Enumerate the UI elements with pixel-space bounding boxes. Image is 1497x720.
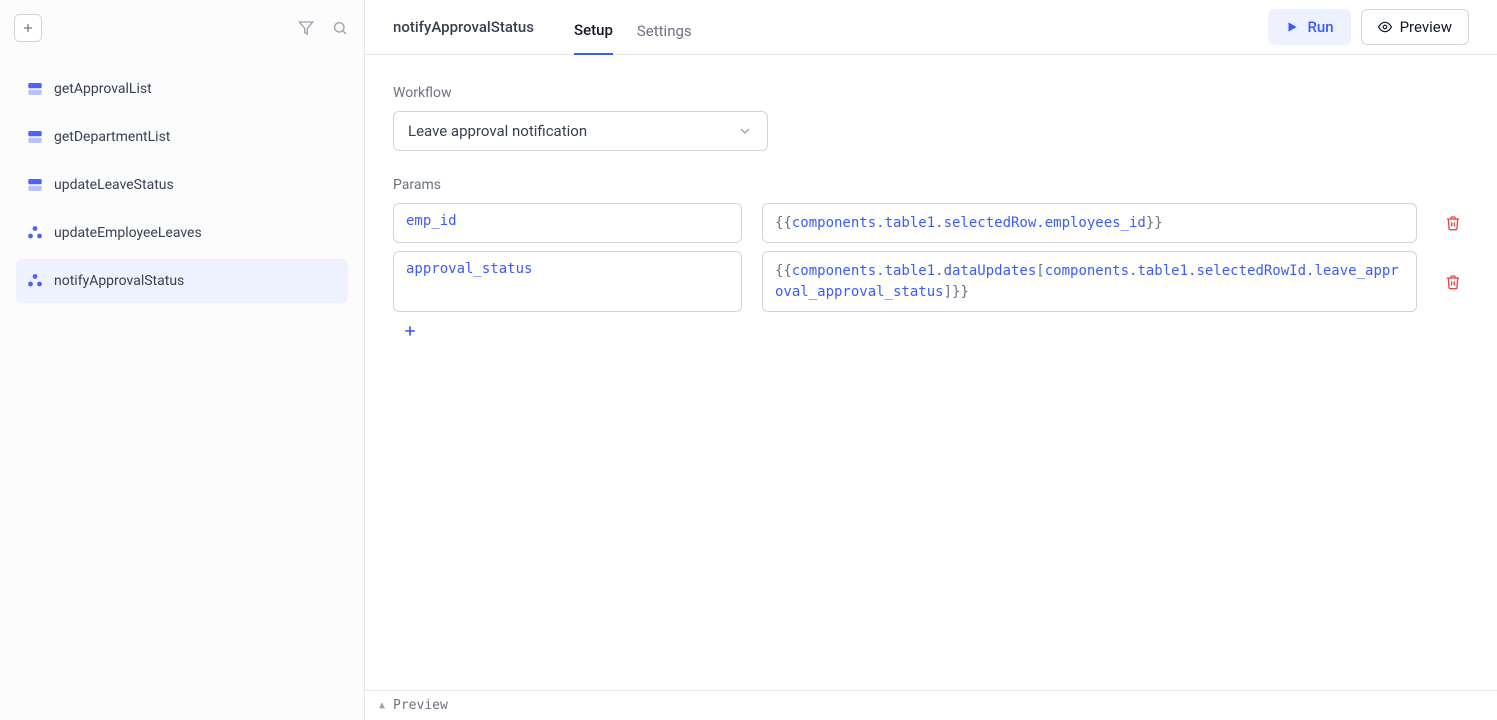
tab-setup[interactable]: Setup — [574, 3, 613, 55]
sidebar-item-getDepartmentList[interactable]: getDepartmentList — [16, 115, 348, 159]
chevron-down-icon — [737, 123, 753, 139]
plus-icon — [21, 21, 35, 35]
db-icon — [26, 80, 44, 98]
param-value-input[interactable]: {{components.table1.selectedRow.employee… — [762, 203, 1417, 243]
sidebar-item-label: notifyApprovalStatus — [54, 273, 184, 289]
preview-button-label: Preview — [1400, 18, 1452, 36]
workflow-select[interactable]: Leave approval notification — [393, 111, 768, 151]
preview-bar-label: Preview — [393, 698, 448, 713]
filter-button[interactable] — [296, 18, 316, 38]
workflow-icon — [26, 224, 44, 242]
delete-param-button[interactable] — [1437, 203, 1469, 243]
param-key-input[interactable]: approval_status — [393, 251, 742, 312]
search-button[interactable] — [330, 18, 350, 38]
params-table: emp_id {{components.table1.selectedRow.em… — [393, 203, 1469, 312]
main-header: notifyApprovalStatus Setup Settings Run P… — [365, 0, 1497, 55]
search-icon — [332, 20, 348, 36]
funnel-icon — [298, 20, 314, 36]
sidebar-list: getApprovalList getDepartmentList updateLe… — [0, 55, 364, 315]
param-row: emp_id {{components.table1.selectedRow.em… — [393, 203, 1469, 243]
sidebar-item-updateLeaveStatus[interactable]: updateLeaveStatus — [16, 163, 348, 207]
param-value-input[interactable]: {{components.table1.dataUpdates[componen… — [762, 251, 1417, 312]
workflow-label: Workflow — [393, 85, 1469, 101]
page-title: notifyApprovalStatus — [393, 18, 534, 36]
eye-icon — [1378, 20, 1392, 34]
params-label: Params — [393, 177, 1469, 193]
workflow-selected-value: Leave approval notification — [408, 122, 587, 140]
preview-button[interactable]: Preview — [1361, 9, 1469, 45]
sidebar-item-notifyApprovalStatus[interactable]: notifyApprovalStatus — [16, 259, 348, 303]
play-icon — [1285, 20, 1299, 34]
sidebar-item-label: getDepartmentList — [54, 129, 170, 145]
sidebar-item-label: updateLeaveStatus — [54, 177, 174, 193]
workflow-icon — [26, 272, 44, 290]
tabs: Setup Settings — [574, 0, 692, 54]
sidebar-item-label: updateEmployeeLeaves — [54, 225, 202, 241]
run-button[interactable]: Run — [1268, 9, 1350, 45]
sidebar-header — [0, 0, 364, 55]
sidebar-item-updateEmployeeLeaves[interactable]: updateEmployeeLeaves — [16, 211, 348, 255]
tab-settings[interactable]: Settings — [637, 4, 692, 54]
content: Workflow Leave approval notification Par… — [365, 55, 1497, 720]
add-query-button[interactable] — [14, 14, 42, 42]
caret-up-icon: ▲ — [379, 700, 385, 711]
run-button-label: Run — [1307, 18, 1333, 36]
delete-param-button[interactable] — [1437, 251, 1469, 312]
trash-icon — [1445, 274, 1461, 290]
plus-icon — [402, 323, 418, 339]
param-key-input[interactable]: emp_id — [393, 203, 742, 243]
db-icon — [26, 128, 44, 146]
trash-icon — [1445, 215, 1461, 231]
sidebar: getApprovalList getDepartmentList updateLe… — [0, 0, 365, 720]
param-row: approval_status {{components.table1.dataU… — [393, 251, 1469, 312]
main: notifyApprovalStatus Setup Settings Run P… — [365, 0, 1497, 720]
add-param-button[interactable] — [393, 314, 427, 348]
db-icon — [26, 176, 44, 194]
sidebar-item-getApprovalList[interactable]: getApprovalList — [16, 67, 348, 111]
preview-bar[interactable]: ▲ Preview — [365, 690, 1497, 720]
sidebar-item-label: getApprovalList — [54, 81, 152, 97]
